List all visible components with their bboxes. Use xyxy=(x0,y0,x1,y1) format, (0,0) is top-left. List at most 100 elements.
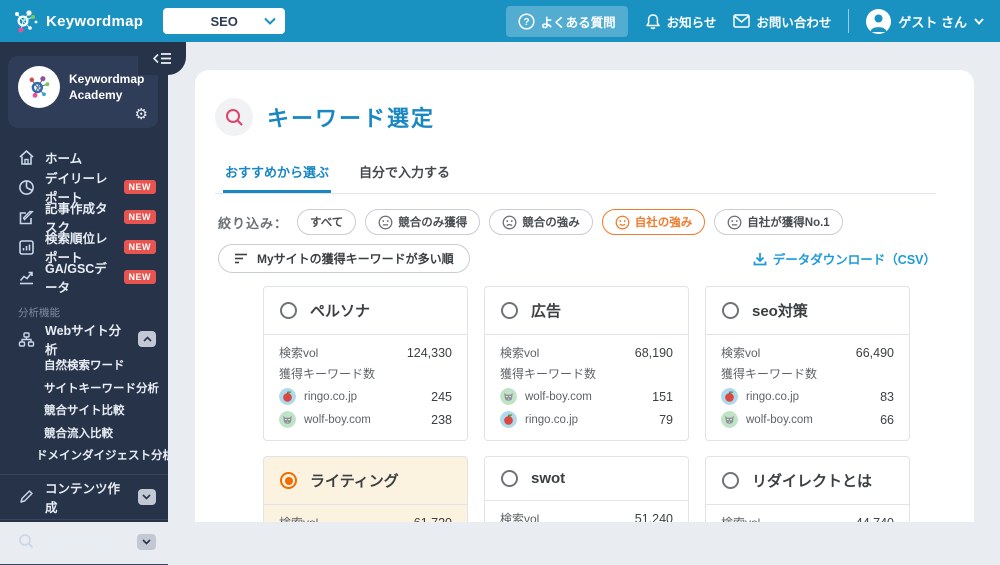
keyword-card-writing[interactable]: ライティング 検索vol 61,720 獲得キーワード数 wolf-boy.co… xyxy=(263,456,468,522)
domain-count: 66 xyxy=(880,412,894,427)
keyword-card-swot[interactable]: swot 検索vol 51,240 獲得キーワード数 wolf-boy.com … xyxy=(484,456,689,522)
user-menu[interactable]: ゲスト さん xyxy=(866,8,984,34)
card-body: 検索vol 66,490 獲得キーワード数 ringo.co.jp 83 wol… xyxy=(706,335,909,440)
tab-recommended[interactable]: おすすめから選ぶ xyxy=(223,156,332,193)
radio-unchecked[interactable] xyxy=(280,302,297,319)
sidebar-divider xyxy=(0,563,168,565)
keyword-card-persona[interactable]: ペルソナ 検索vol 124,330 獲得キーワード数 ringo.co.jp … xyxy=(263,286,468,441)
domain-count: 245 xyxy=(431,389,452,404)
card-header: ライティング xyxy=(264,457,467,505)
radio-unchecked[interactable] xyxy=(501,470,518,487)
notifications-label: お知らせ xyxy=(666,15,717,30)
filter-chip-own-no1[interactable]: 自社が獲得No.1 xyxy=(714,209,843,235)
domain-name: wolf-boy.com xyxy=(525,390,592,403)
question-circle-icon: ? xyxy=(518,12,535,30)
new-badge: NEW xyxy=(123,180,156,194)
domain-count: 151 xyxy=(652,389,673,404)
page-title-row: キーワード選定 xyxy=(215,98,936,136)
topbar: Keywordmap SEO ? よくある質問 お知らせ お問い合わせ ゲスト … xyxy=(0,0,1000,42)
gear-icon[interactable]: ⚙ xyxy=(135,105,148,123)
avatar xyxy=(866,8,892,34)
sidebar-subitem-competitor-site-compare[interactable]: 競合サイト比較 xyxy=(0,399,168,422)
sidebar: Keywordmap Academy ⚙ ホーム デイリーレポート NEW 記事… xyxy=(0,42,174,565)
domain-row: ringo.co.jp 245 xyxy=(279,388,452,405)
filter-chip-competitor-only[interactable]: 競合のみ獲得 xyxy=(365,209,481,235)
download-icon xyxy=(753,252,767,265)
sidebar-item-label: 検索市場調査 xyxy=(45,536,121,550)
domain-count: 238 xyxy=(431,412,452,427)
filter-chip-competitor-strength[interactable]: 競合の強み xyxy=(489,209,593,235)
user-name: ゲスト さん xyxy=(898,14,967,30)
radio-unchecked[interactable] xyxy=(722,472,739,489)
expand-group-button[interactable] xyxy=(137,488,156,505)
sidebar-item-label: Webサイト分析 xyxy=(45,324,122,357)
tab-manual-input[interactable]: 自分で入力する xyxy=(357,156,452,193)
pie-chart-icon xyxy=(19,179,34,195)
brand-name: Keywordmap xyxy=(46,12,144,30)
search-vol-value: 66,490 xyxy=(855,346,894,360)
sitemap-icon xyxy=(18,331,35,347)
sidebar-item-web-analysis[interactable]: Webサイト分析 xyxy=(0,324,168,357)
filter-chip-own-strength[interactable]: 自社の強み xyxy=(601,209,706,235)
smile-face-icon xyxy=(615,215,630,229)
card-body: 検索vol 124,330 獲得キーワード数 ringo.co.jp 245 w… xyxy=(264,335,467,440)
sidebar-subitem-domain-digest[interactable]: ドメインダイジェスト分析 xyxy=(0,444,174,467)
sad-face-icon xyxy=(502,215,517,229)
sidebar-divider xyxy=(0,518,168,520)
card-body: 検索vol 44,740 獲得キーワード数 ringo.co.jp 22 xyxy=(706,505,909,522)
academy-card[interactable]: Keywordmap Academy ⚙ xyxy=(8,56,158,128)
search-vol-value: 124,330 xyxy=(406,346,452,360)
collapse-group-button[interactable] xyxy=(138,331,156,347)
faq-button[interactable]: ? よくある質問 xyxy=(505,5,628,37)
sidebar-item-label: ホーム xyxy=(45,151,83,166)
expand-group-button[interactable] xyxy=(137,533,156,550)
csv-download-link[interactable]: データダウンロード（CSV） xyxy=(753,249,936,268)
chevron-down-icon xyxy=(142,538,151,545)
domain-name: ringo.co.jp xyxy=(746,390,800,403)
keyword-card-seo[interactable]: seo対策 検索vol 66,490 獲得キーワード数 ringo.co.jp … xyxy=(705,286,910,441)
contact-label: お問い合わせ xyxy=(756,15,832,30)
envelope-icon xyxy=(733,14,751,28)
apple-favicon-icon xyxy=(279,388,296,405)
card-title: リダイレクトとは xyxy=(752,473,873,490)
sidebar-subitem-competitor-traffic-compare[interactable]: 競合流入比較 xyxy=(0,422,168,445)
sidebar-item-search-market[interactable]: 検索市場調査 xyxy=(0,527,168,557)
card-header: swot xyxy=(485,457,688,501)
sidebar-item-ga-gsc[interactable]: GA/GSCデータ NEW xyxy=(0,262,168,295)
sort-button[interactable]: Myサイトの獲得キーワードが多い順 xyxy=(218,244,470,273)
keyword-card-ad[interactable]: 広告 検索vol 68,190 獲得キーワード数 wolf-boy.com 15… xyxy=(484,286,689,441)
page-title-icon-wrap xyxy=(215,98,253,136)
topbar-divider xyxy=(848,9,850,33)
project-select[interactable]: SEO xyxy=(163,8,286,34)
domain-name: ringo.co.jp xyxy=(304,390,358,403)
search-vol-label: 検索vol xyxy=(279,346,319,360)
brand: Keywordmap xyxy=(0,8,143,35)
domain-row: wolf-boy.com 238 xyxy=(279,411,452,428)
radio-checked[interactable] xyxy=(280,472,297,489)
page-title: キーワード選定 xyxy=(267,106,436,131)
academy-logo xyxy=(18,66,60,108)
domain-row: ringo.co.jp 79 xyxy=(500,411,673,428)
sidebar-subitem-site-keyword-analysis[interactable]: サイトキーワード分析 xyxy=(0,377,168,400)
chevron-up-icon xyxy=(143,336,152,342)
radio-unchecked[interactable] xyxy=(722,302,739,319)
sidebar-item-content-creation[interactable]: コンテンツ作成 xyxy=(0,482,168,515)
contact-button[interactable]: お問い合わせ xyxy=(733,12,831,31)
card-header: 広告 xyxy=(485,287,688,335)
sidebar-subitem-organic-keywords[interactable]: 自然検索ワード xyxy=(0,354,168,377)
notifications-button[interactable]: お知らせ xyxy=(645,12,717,31)
domain-name: ringo.co.jp xyxy=(525,413,579,426)
project-select-value: SEO xyxy=(210,13,238,29)
filter-chip-all[interactable]: すべて xyxy=(297,209,357,235)
toolbar-row: Myサイトの獲得キーワードが多い順 データダウンロード（CSV） xyxy=(215,244,936,273)
radio-unchecked[interactable] xyxy=(501,302,518,319)
sidebar-collapse-button[interactable] xyxy=(138,42,186,75)
domain-count: 79 xyxy=(659,412,673,427)
card-title: 広告 xyxy=(531,303,562,320)
content-panel: キーワード選定 おすすめから選ぶ 自分で入力する 絞り込み： すべて 競合のみ獲… xyxy=(195,70,974,522)
svg-text:?: ? xyxy=(523,17,529,28)
card-title: swot xyxy=(531,470,566,487)
chevron-down-icon xyxy=(974,17,984,25)
keyword-card-redirect[interactable]: リダイレクトとは 検索vol 44,740 獲得キーワード数 ringo.co.… xyxy=(705,456,910,522)
search-vol-label: 検索vol xyxy=(500,512,540,522)
